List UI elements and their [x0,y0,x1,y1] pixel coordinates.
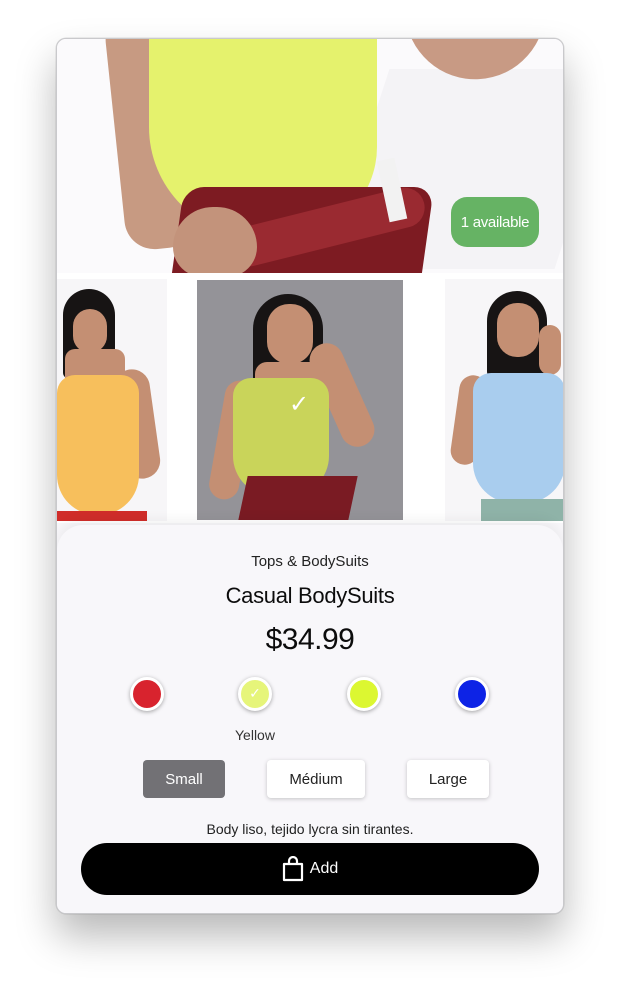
thumbnail-garment [473,373,563,503]
size-option-small[interactable]: Small [143,760,225,798]
product-title: Casual BodySuits [225,583,395,608]
product-price: $34.99 [265,623,355,656]
color-swatch-yellow[interactable] [347,677,381,711]
product-category: Tops & BodySuits [251,553,369,570]
thumbnail-lime-selected[interactable]: ✓ [197,280,403,520]
selected-check-icon: ✓ [289,390,310,418]
add-to-cart-button[interactable]: Add [81,843,539,895]
product-detail-window: 1 available ✓ Tops & BodySuits Casual Bo… [56,38,564,914]
thumbnail-light-blue[interactable] [445,279,563,521]
product-details-panel: Tops & BodySuits Casual BodySuits $34.99… [57,525,563,913]
color-swatch-red[interactable] [130,677,164,711]
size-option-large[interactable]: Large [407,760,489,798]
product-hero-image: 1 available [57,39,563,273]
thumbnail-garment [57,375,139,515]
add-button-label: Add [309,860,339,877]
size-option-medium[interactable]: Médium [267,760,365,798]
thumbnail-yellow-orange[interactable] [57,279,167,521]
product-description: Body liso, tejido lycra sin tirantes. [206,821,414,837]
color-swatch-light-yellow[interactable]: ✓ [238,677,272,711]
selected-color-label: Yellow [235,727,275,743]
thumbnail-carousel[interactable]: ✓ [57,273,563,523]
check-icon: ✓ [249,686,261,702]
shopping-bag-icon [282,856,303,882]
availability-badge: 1 available [451,197,539,247]
color-swatch-blue[interactable] [455,677,489,711]
